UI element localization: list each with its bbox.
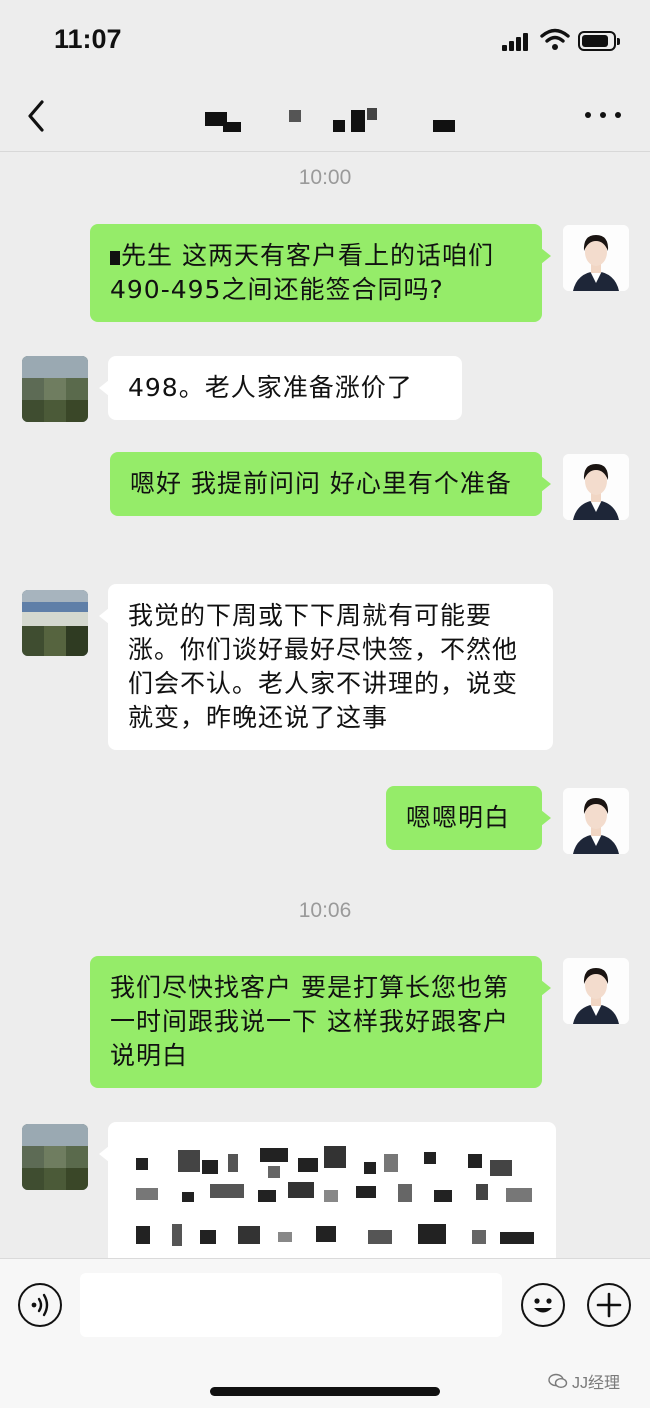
voice-input-button[interactable] <box>18 1283 62 1327</box>
wifi-icon <box>540 28 570 50</box>
redacted-name-block <box>110 251 120 265</box>
status-time: 11:07 <box>54 24 122 54</box>
more-options-icon[interactable] <box>585 110 621 120</box>
pixelated-text-redaction <box>128 1140 538 1260</box>
profile-photo-icon <box>563 788 629 854</box>
avatar-self[interactable] <box>563 958 629 1024</box>
avatar-self[interactable] <box>563 788 629 854</box>
pixelated-avatar-icon <box>22 356 88 422</box>
message-text: 嗯嗯明白 <box>406 803 511 832</box>
home-indicator[interactable] <box>210 1387 440 1396</box>
avatar-contact[interactable] <box>22 356 88 422</box>
wechat-logo-icon <box>548 1373 568 1389</box>
avatar-self[interactable] <box>563 454 629 520</box>
message-bubble-sent[interactable]: 嗯嗯明白 <box>386 786 551 850</box>
pixelated-avatar-icon <box>22 1124 88 1190</box>
chat-input-bar: JJ经理 <box>0 1258 650 1408</box>
voice-wave-icon <box>31 1293 48 1316</box>
avatar-self[interactable] <box>563 225 629 291</box>
battery-icon <box>578 31 620 51</box>
watermark-text: JJ经理 <box>572 1375 621 1392</box>
message-timestamp: 10:06 <box>298 899 352 922</box>
status-bar: 11:07 <box>0 0 650 80</box>
message-text: 我们尽快找客户 要是打算长您也第一时间跟我说一下 这样我好跟客户说明白 <box>110 973 509 1070</box>
message-bubble-received[interactable]: 我觉的下周或下下周就有可能要涨。你们谈好最好尽快签，不然他们会不认。老人家不讲理… <box>99 584 553 750</box>
message-input[interactable] <box>80 1273 502 1337</box>
chat-header <box>0 80 650 152</box>
message-bubble-sent[interactable]: 嗯好 我提前问问 好心里有个准备 <box>110 452 551 516</box>
message-timestamp: 10:00 <box>298 166 352 189</box>
back-arrow-icon[interactable] <box>22 96 54 136</box>
more-functions-button[interactable] <box>587 1283 631 1327</box>
message-bubble-sent[interactable]: 我们尽快找客户 要是打算长您也第一时间跟我说一下 这样我好跟客户说明白 <box>90 956 551 1088</box>
cellular-signal-icon <box>502 31 532 51</box>
message-text: 先生 这两天有客户看上的话咱们490-495之间还能签合同吗? <box>110 241 494 304</box>
smiley-face-icon <box>533 1297 552 1312</box>
watermark: JJ经理 <box>548 1369 620 1393</box>
emoji-button[interactable] <box>521 1283 565 1327</box>
avatar-contact[interactable] <box>22 1124 88 1190</box>
message-text: 嗯好 我提前问问 好心里有个准备 <box>130 469 512 498</box>
avatar-contact[interactable] <box>22 590 88 656</box>
message-text: 498。老人家准备涨价了 <box>128 373 413 402</box>
profile-photo-icon <box>563 454 629 520</box>
profile-photo-icon <box>563 958 629 1024</box>
message-bubble-sent[interactable]: 先生 这两天有客户看上的话咱们490-495之间还能签合同吗? <box>90 224 551 322</box>
profile-photo-icon <box>563 225 629 291</box>
message-bubble-received-redacted[interactable] <box>99 1122 556 1260</box>
message-text: 我觉的下周或下下周就有可能要涨。你们谈好最好尽快签，不然他们会不认。老人家不讲理… <box>128 601 519 732</box>
pixelated-avatar-icon <box>22 590 88 656</box>
plus-icon <box>596 1292 621 1317</box>
chat-title-redacted <box>205 106 465 136</box>
message-bubble-received[interactable]: 498。老人家准备涨价了 <box>99 356 462 420</box>
